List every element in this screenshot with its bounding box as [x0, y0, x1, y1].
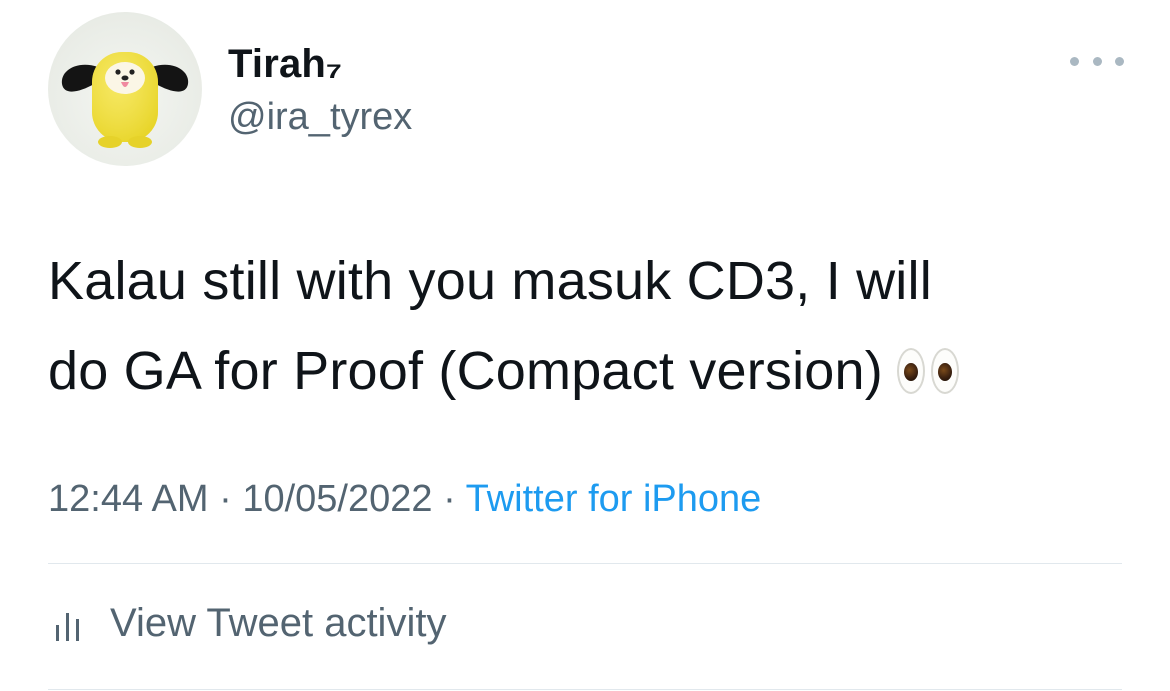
- meta-separator: ·: [432, 478, 466, 520]
- tweet-source-link[interactable]: Twitter for iPhone: [466, 478, 762, 520]
- tweet-detail: Tirah₇ @ira_tyrex Kalau still with you m…: [0, 0, 1170, 691]
- meta-separator: ·: [208, 478, 243, 520]
- avatar[interactable]: [48, 12, 202, 166]
- more-dot: [1092, 56, 1102, 66]
- eyes-emoji-icon: [896, 347, 965, 394]
- eye-right: [930, 347, 959, 394]
- author-name[interactable]: Tirah₇: [228, 40, 342, 88]
- divider: [48, 563, 1122, 564]
- view-tweet-activity-label: View Tweet activity: [110, 600, 447, 645]
- more-options-button[interactable]: [1070, 46, 1124, 76]
- tweet-text-content: Kalau still with you masuk CD3, I will d…: [48, 251, 932, 401]
- chimmy-plush-avatar-icon: [61, 52, 189, 148]
- tweet-time[interactable]: 12:44 AM: [48, 478, 209, 520]
- tweet-meta: 12:44 AM · 10/05/2022 · Twitter for iPho…: [48, 476, 761, 522]
- more-dot: [1115, 56, 1124, 66]
- view-tweet-activity-button[interactable]: View Tweet activity: [48, 598, 446, 648]
- bar-chart-icon: [56, 613, 79, 641]
- tweet-date[interactable]: 10/05/2022: [242, 478, 432, 520]
- eye-left: [896, 347, 925, 394]
- more-horizontal-icon: [1070, 56, 1079, 66]
- author-handle[interactable]: @ira_tyrex: [228, 94, 412, 140]
- divider: [48, 689, 1122, 690]
- tweet-text: Kalau still with you masuk CD3, I will d…: [48, 236, 1138, 416]
